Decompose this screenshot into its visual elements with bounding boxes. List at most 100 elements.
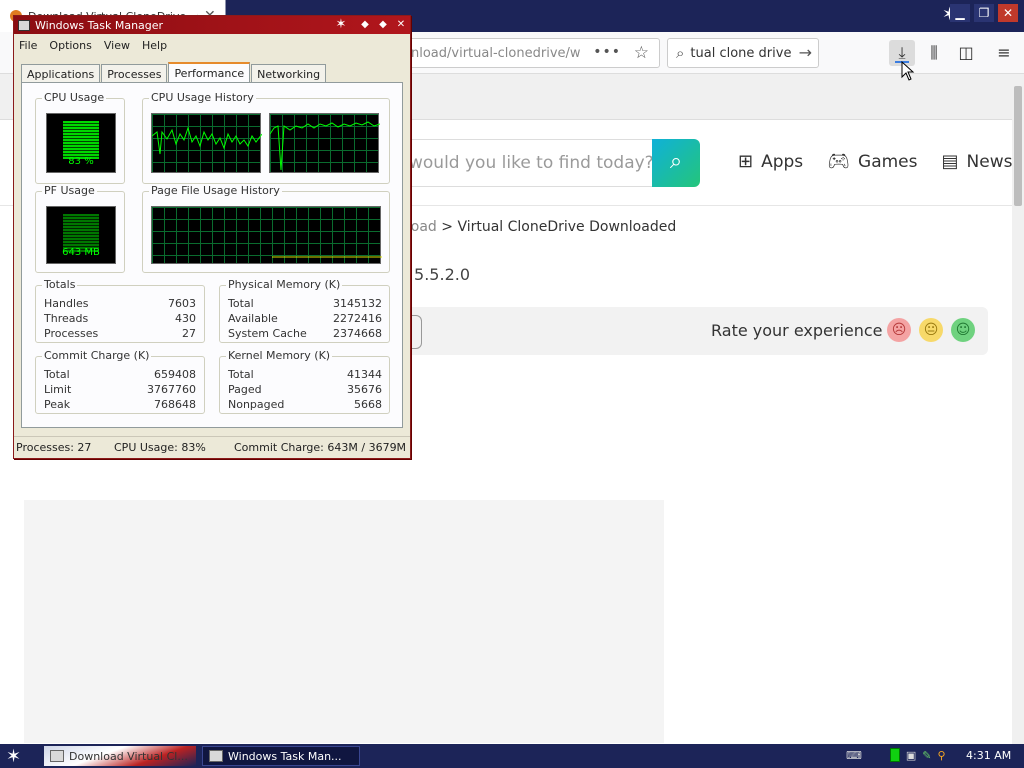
search-tray-icon[interactable]: ⚲ <box>938 749 946 762</box>
nav-news-link[interactable]: ▤ News <box>942 151 1013 172</box>
cc-key: Peak <box>44 398 71 411</box>
km-val: 5668 <box>354 398 382 411</box>
cpu-history-graph-core2 <box>269 113 380 173</box>
sidebar-icon[interactable]: ◫ <box>953 40 979 66</box>
neutral-face-icon[interactable]: 😐︎ <box>919 318 943 342</box>
start-star-icon[interactable]: ✶ <box>6 746 21 767</box>
commit-charge-group: Commit Charge (K) Total 659408 Limit 37677… <box>35 349 205 414</box>
tab-performance[interactable]: Performance <box>168 62 251 83</box>
pf-usage-value: 643 MB <box>62 247 100 258</box>
pm-val: 2272416 <box>333 312 382 325</box>
physical-memory-row: Available 2272416 <box>228 311 382 326</box>
cpu-usage-bars <box>63 121 99 159</box>
menu-help[interactable]: Help <box>142 39 167 52</box>
sad-face-icon[interactable]: ☹ <box>887 318 911 342</box>
close-icon[interactable]: ✕ <box>394 18 408 32</box>
pm-val: 3145132 <box>333 297 382 310</box>
cpu-usage-value: 83 % <box>68 156 94 167</box>
happy-face-icon[interactable]: ☺ <box>951 318 975 342</box>
close-window-button[interactable]: ✕ <box>998 4 1018 22</box>
search-icon: ⌕ <box>676 44 685 62</box>
browser-window-controls: ▁ ❐ ✕ <box>950 4 1018 22</box>
pf-usage-group: PF Usage 643 MB <box>35 184 125 273</box>
browser-search-query: tual clone drive <box>690 45 792 61</box>
breadcrumb: nload > Virtual CloneDrive Downloaded <box>398 219 676 235</box>
nav-games-label: Games <box>858 151 918 172</box>
cpu-history-line-core1 <box>152 126 262 155</box>
performance-panel: CPU Usage 83 % CPU Usage History PF Usag… <box>21 82 403 428</box>
system-tray: ⌨ ▣ ✎ ⚲ <box>846 748 946 762</box>
monitor-tray-icon[interactable]: ▣ <box>906 749 916 762</box>
tab-processes[interactable]: Processes <box>101 64 168 83</box>
menu-view[interactable]: View <box>104 39 130 52</box>
site-search-button[interactable]: ⌕ <box>652 139 700 187</box>
nav-apps-link[interactable]: ⊞ Apps <box>738 151 803 172</box>
page-scrollbar[interactable] <box>1012 74 1024 744</box>
taskbar-item-task-manager[interactable]: Windows Task Man... <box>202 746 360 766</box>
rate-label: Rate your experience <box>711 321 883 340</box>
ad-placeholder <box>24 500 664 743</box>
menu-file[interactable]: File <box>19 39 37 52</box>
rate-bar: Rate your experience ☹ 😐︎ ☺ <box>398 307 988 355</box>
taskbar-item-browser[interactable]: Download Virtual Cl... <box>44 746 196 766</box>
totals-key: Threads <box>44 312 89 325</box>
library-icon[interactable]: ⫼ <box>921 40 947 66</box>
commit-charge-row: Limit 3767760 <box>44 382 196 397</box>
page-actions-icon[interactable]: ••• <box>593 44 621 60</box>
totals-row: Handles 7603 <box>44 296 196 311</box>
mouse-cursor-icon <box>901 61 915 81</box>
km-val: 35676 <box>347 383 382 396</box>
pf-history-graph <box>151 206 382 264</box>
desktop: Download Virtual CloneDrive - Softonic ✕… <box>0 0 1024 768</box>
status-cpu-usage: CPU Usage: 83% <box>114 441 206 454</box>
task-manager-app-icon <box>209 750 223 762</box>
minimize-button[interactable]: ▁ <box>950 4 970 22</box>
bookmark-star-icon[interactable]: ☆ <box>634 43 649 63</box>
tab-networking[interactable]: Networking <box>251 64 327 83</box>
scrollbar-thumb[interactable] <box>1014 86 1022 206</box>
clock: 4:31 AM <box>966 749 1012 762</box>
pm-key: Total <box>228 297 254 310</box>
browser-search-box[interactable]: ⌕ tual clone drive → <box>667 38 819 68</box>
nav-games-link[interactable]: 🎮︎ Games <box>827 151 917 172</box>
maximize-icon[interactable]: ◆ <box>376 18 390 32</box>
pf-history-label: Page File Usage History <box>149 184 282 197</box>
task-manager-app-icon <box>18 19 30 31</box>
km-val: 41344 <box>347 368 382 381</box>
cpu-usage-label: CPU Usage <box>42 91 107 104</box>
totals-row: Threads 430 <box>44 311 196 326</box>
kernel-memory-row: Paged 35676 <box>228 382 382 397</box>
kernel-memory-row: Total 41344 <box>228 367 382 382</box>
tab-applications[interactable]: Applications <box>21 64 101 83</box>
menu-options[interactable]: Options <box>49 39 91 52</box>
cc-key: Total <box>44 368 70 381</box>
cpu-meter-tray-icon[interactable] <box>889 748 900 762</box>
hamburger-menu-icon[interactable]: ≡ <box>991 40 1017 66</box>
cpu-usage-group: CPU Usage 83 % <box>35 91 125 184</box>
gamepad-icon: 🎮︎ <box>827 151 851 172</box>
site-search-input[interactable]: would you like to find today? <box>398 139 652 187</box>
network-tray-icon[interactable]: ✎ <box>922 749 931 762</box>
task-manager-window: Windows Task Manager ✶ ◆ ◆ ✕ File Option… <box>13 15 411 459</box>
status-processes: Processes: 27 <box>16 441 92 454</box>
km-key: Total <box>228 368 254 381</box>
km-key: Nonpaged <box>228 398 285 411</box>
breadcrumb-separator: > <box>441 219 453 235</box>
search-go-arrow-icon[interactable]: → <box>799 43 812 62</box>
pf-usage-label: PF Usage <box>42 184 97 197</box>
task-manager-title: Windows Task Manager <box>35 18 164 32</box>
pf-usage-meter: 643 MB <box>46 206 116 264</box>
physical-memory-group: Physical Memory (K) Total 3145132 Availab… <box>219 278 390 343</box>
kernel-memory-group: Kernel Memory (K) Total 41344 Paged 35676 … <box>219 349 390 414</box>
task-manager-menubar: File Options View Help <box>14 35 410 55</box>
minimize-icon[interactable]: ◆ <box>358 18 372 32</box>
totals-label: Totals <box>42 278 78 291</box>
star-icon: ✶ <box>335 17 347 32</box>
totals-key: Processes <box>44 327 99 340</box>
task-manager-titlebar[interactable]: Windows Task Manager ✶ ◆ ◆ ✕ <box>14 16 410 34</box>
pf-history-line <box>272 256 382 258</box>
taskbar: ✶ Download Virtual Cl... Windows Task Ma… <box>0 744 1024 768</box>
keyboard-icon[interactable]: ⌨ <box>846 749 862 762</box>
restore-button[interactable]: ❐ <box>974 4 994 22</box>
totals-val: 27 <box>182 327 196 340</box>
